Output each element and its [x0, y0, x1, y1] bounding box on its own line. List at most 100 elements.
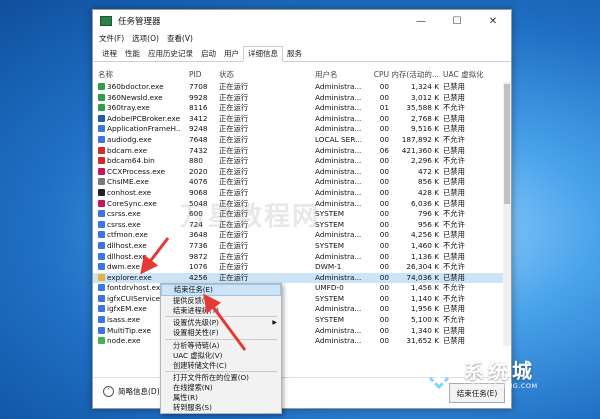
cell-user: SYSTEM — [315, 219, 345, 229]
cell-cpu: 00 — [379, 156, 389, 166]
cell-uac: 已禁用 — [443, 251, 465, 261]
cell-user: Administra... — [315, 145, 362, 155]
tab-services[interactable]: 服务 — [283, 47, 306, 61]
tab-startup[interactable]: 启动 — [197, 47, 220, 61]
context-menu-item[interactable]: 转到服务(S) — [161, 403, 281, 413]
table-row[interactable]: dllhost.exe 9872 正在运行 Administra... 00 1,136 … — [93, 252, 511, 263]
table-row[interactable]: 360bdoctor.exe 7708 正在运行 Administra... 00 1,3… — [93, 82, 511, 93]
table-row[interactable]: fontdrvhost.exe UMFD-0 00 1,456 K 不允许 — [93, 283, 511, 294]
cell-cpu: 00 — [379, 219, 389, 229]
cell-uac: 已禁用 — [443, 304, 465, 314]
brief-info-toggle[interactable]: ˄ 简略信息(D) — [103, 386, 160, 397]
cell-name: conhost.exe — [98, 188, 180, 199]
cell-uac: 已禁用 — [443, 230, 465, 240]
cell-name: CCXProcess.exe — [98, 167, 180, 178]
tab-details[interactable]: 详细信息 — [243, 46, 283, 62]
process-icon — [98, 337, 105, 345]
menu-view[interactable]: 查看(V) — [167, 33, 193, 44]
cell-name: dwm.exe — [98, 262, 180, 273]
table-row[interactable]: explorer.exe 4256 正在运行 Administra... 00 74,03… — [93, 272, 511, 284]
process-icon — [98, 93, 105, 101]
context-menu-label: 转到服务(S) — [173, 402, 212, 412]
context-menu-item[interactable]: 设置相关性(F) — [161, 328, 281, 338]
context-menu-item[interactable]: 分析等待链(A) — [161, 341, 281, 351]
minimize-button[interactable]: — — [403, 10, 439, 32]
cell-uac: 不允许 — [443, 156, 465, 166]
cell-uac: 已禁用 — [443, 145, 465, 155]
context-menu-item[interactable]: 属性(R) — [161, 393, 281, 403]
cell-cpu: 00 — [379, 315, 389, 325]
column-header-pid[interactable]: PID — [189, 68, 219, 82]
tab-processes[interactable]: 进程 — [98, 47, 121, 61]
context-menu-item[interactable]: 打开文件所在的位置(O) — [161, 373, 281, 383]
column-header-user[interactable]: 用户名 — [315, 68, 365, 82]
table-row[interactable]: MultiTip.exe Administra... 00 1,340 K 已禁用 — [93, 326, 511, 337]
table-row[interactable]: bdcam64.bin 880 正在运行 Administra... 00 2,296 K… — [93, 156, 511, 167]
column-header-cpu[interactable]: CPU — [369, 68, 389, 82]
cell-uac: 已禁用 — [443, 198, 465, 208]
table-row[interactable]: lsass.exe SYSTEM 00 5,100 K 不允许 — [93, 315, 511, 326]
cell-name: 360tray.exe — [98, 103, 180, 114]
cell-uac: 不允许 — [443, 134, 465, 144]
cell-cpu: 00 — [379, 262, 389, 272]
column-header-name[interactable]: 名称 — [98, 68, 180, 82]
cell-mem: 5,100 K — [411, 315, 439, 325]
tab-performance[interactable]: 性能 — [121, 47, 144, 61]
table-row[interactable]: igfxCUIService... SYSTEM 00 1,140 K 不允许 — [93, 294, 511, 305]
column-header-uac[interactable]: UAC 虚拟化 — [443, 68, 493, 82]
table-row[interactable]: 360tray.exe 8116 正在运行 Administra... 01 35,588… — [93, 103, 511, 114]
table-row[interactable]: dwm.exe 1076 正在运行 DWM-1 00 26,304 K 不允许 — [93, 262, 511, 273]
cell-user: Administra... — [315, 325, 362, 335]
table-row[interactable]: igfxEM.exe Administra... 00 1,956 K 已禁用 — [93, 304, 511, 315]
context-menu-item[interactable]: 设置优先级(P) ▶ — [161, 318, 281, 328]
tab-app-history[interactable]: 应用历史记录 — [144, 47, 197, 61]
table-row[interactable]: audiodg.exe 7648 正在运行 LOCAL SER... 00 187,892… — [93, 135, 511, 146]
context-menu-item[interactable]: UAC 虚拟化(V) — [161, 351, 281, 361]
process-name: CoreSync.exe — [107, 198, 157, 208]
context-menu-item[interactable]: 创建转储文件(C) — [161, 361, 281, 371]
title-bar[interactable]: 任务管理器 — ☐ ✕ — [93, 10, 511, 32]
cell-user: SYSTEM — [315, 240, 345, 250]
maximize-button[interactable]: ☐ — [439, 10, 475, 32]
table-row[interactable]: bdcam.exe 7432 正在运行 Administra... 06 421,360 … — [93, 146, 511, 157]
cell-mem: 856 K — [417, 177, 439, 187]
table-row[interactable]: AdobeIPCBroker.exe 3412 正在运行 Administra... 0… — [93, 114, 511, 125]
menu-options[interactable]: 选项(O) — [132, 33, 159, 44]
table-row[interactable]: CCXProcess.exe 2020 正在运行 Administra... 00 472… — [93, 167, 511, 178]
close-button[interactable]: ✕ — [475, 10, 511, 32]
cell-name: bdcam64.bin — [98, 156, 180, 167]
tab-users[interactable]: 用户 — [220, 47, 243, 61]
process-name: ctfmon.exe — [107, 230, 148, 240]
cell-cpu: 00 — [379, 92, 389, 102]
watermark-text: 万星教程网 — [180, 202, 321, 232]
column-header-status[interactable]: 状态 — [219, 68, 309, 82]
cell-uac: 不允许 — [443, 209, 465, 219]
table-row[interactable]: node.exe Administra... 00 31,652 K 已禁用 — [93, 336, 511, 347]
cell-cpu: 00 — [379, 198, 389, 208]
column-header-memory[interactable]: 内存(活动的... — [389, 68, 439, 82]
process-name: explorer.exe — [107, 272, 152, 282]
table-row[interactable]: 360Newsld.exe 9928 正在运行 Administra... 00 3,01… — [93, 93, 511, 104]
cell-cpu: 00 — [379, 240, 389, 250]
process-icon — [98, 326, 105, 334]
scrollbar-thumb[interactable] — [504, 84, 510, 204]
cell-pid: 7708 — [189, 82, 208, 91]
cell-cpu: 00 — [379, 251, 389, 261]
table-row[interactable]: ApplicationFrameH... 9248 正在运行 Administra..… — [93, 124, 511, 135]
menu-file[interactable]: 文件(F) — [99, 33, 124, 44]
cell-pid: 7432 — [189, 145, 208, 155]
process-name: CCXProcess.exe — [107, 166, 166, 176]
process-name: conhost.exe — [107, 187, 152, 197]
context-menu-item[interactable]: 结束任务(E) — [161, 284, 281, 296]
table-row[interactable]: dllhost.exe 7736 正在运行 SYSTEM 00 1,460 K 不允许 — [93, 241, 511, 252]
context-menu-item[interactable]: 在线搜索(N) — [161, 383, 281, 393]
process-name: 360tray.exe — [107, 103, 150, 113]
vertical-scrollbar[interactable] — [503, 82, 511, 346]
context-menu-item[interactable]: 结束进程树(T) — [161, 306, 281, 316]
table-row[interactable]: ChsIME.exe 4076 正在运行 Administra... 00 856 K 已禁… — [93, 177, 511, 188]
cell-user: SYSTEM — [315, 293, 345, 303]
context-menu-label: 提供反馈(B) — [173, 295, 213, 305]
cell-name: 360bdoctor.exe — [98, 82, 180, 93]
process-icon — [98, 220, 105, 228]
context-menu-item[interactable]: 提供反馈(B) — [161, 296, 281, 306]
